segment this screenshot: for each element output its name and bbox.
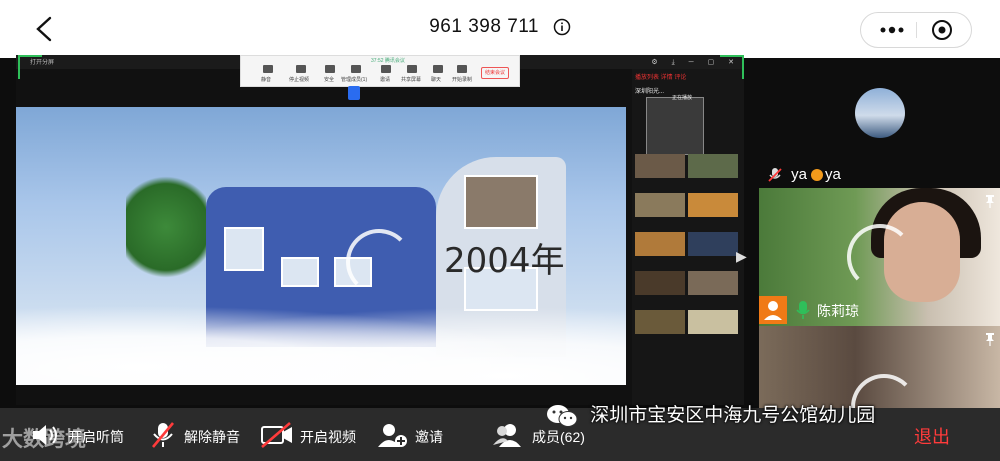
participant-name-suffix: ya [825,166,841,183]
feed-tabs[interactable]: 播放列表 详情 评论 [635,72,686,81]
members-icon [493,424,521,447]
avatar[interactable] [855,88,905,138]
shared-screen[interactable]: 打开分屏 ⚙ ⤓ ─ ▢ ✕ 37:52 腾讯会议 静音 停止视频 安全 管理成… [16,55,744,405]
share-screen-icon[interactable] [407,65,417,73]
now-playing-label: 正在播放 [672,95,693,101]
chat-icon[interactable] [433,65,443,73]
mic-on-icon [796,301,810,319]
toolbar-label: 共享屏幕 [401,77,422,83]
now-playing-thumbnail[interactable] [646,97,704,155]
window-shape [224,227,264,271]
participant-video[interactable] [759,326,1000,408]
thumbnail[interactable] [688,310,738,334]
thumbnail[interactable] [635,271,685,295]
members-label: 成员(62) [532,429,585,445]
mic-icon[interactable] [263,65,273,73]
meeting-toolbar: 37:52 腾讯会议 静音 停止视频 安全 管理成员(1) 邀请 共享屏幕 聊天… [240,55,520,87]
record-icon[interactable] [457,65,467,73]
thumbnail[interactable] [635,232,685,256]
wechat-icon [547,404,578,427]
toolbar-label: 聊天 [431,77,442,83]
mini-program-capsule [860,12,972,48]
thumbnail[interactable] [688,154,738,178]
toolbar-label: 停止视频 [289,77,310,83]
add-user-icon [378,424,407,447]
top-bar: 961 398 711 [0,0,1000,58]
channel-watermark: 深圳市宝安区中海九号公馆幼儿园 [545,400,875,429]
video-feed-panel: 播放列表 详情 评论 深圳阳光... 正在播放 [632,69,744,405]
mic-off-icon [152,422,174,448]
end-meeting-button[interactable]: 结束会议 [481,67,509,79]
thumbnail[interactable] [688,193,738,217]
tree-image [126,167,206,287]
meeting-number: 961 398 711 [0,16,1000,38]
user-icon [759,296,787,324]
unmute-button[interactable]: 解除静音 [150,421,250,449]
toolbar-label: 管理成员(1) [341,77,368,83]
channel-name: 深圳市宝安区中海九号公馆幼儿园 [590,405,876,426]
loading-spinner-icon [847,224,913,290]
thumbnail[interactable] [635,193,685,217]
thumbnail-grid [634,153,742,348]
toolbar-label: 邀请 [380,77,391,83]
active-mic-icon [348,86,360,100]
loading-spinner-icon [346,229,412,295]
invite-label: 邀请 [415,429,443,445]
video-player[interactable]: 2004年 [16,107,626,385]
participant-name-row: ya ya [767,166,841,183]
participant-name: ya [791,166,808,183]
toolbar-label: 安全 [324,77,335,83]
pin-icon[interactable] [984,194,996,208]
chevron-right-icon[interactable]: ▶ [736,248,747,265]
invite-icon[interactable] [381,65,391,73]
focus-corner [720,55,744,79]
target-icon[interactable] [931,19,953,41]
mic-off-icon [768,168,782,182]
participant-panel: ya ya 陈莉琼 [759,58,1000,408]
start-video-label: 开启视频 [300,429,356,445]
thumbnail[interactable] [635,154,685,178]
meeting-timer: 37:52 腾讯会议 [371,58,405,64]
unmute-label: 解除静音 [184,429,240,445]
more-dots-icon[interactable] [877,20,907,40]
pin-icon[interactable] [984,332,996,346]
logo-watermark: 大数跨境 [2,428,86,451]
window-shape [281,257,319,287]
toolbar-label: 静音 [261,77,272,83]
orange-emoji-icon [811,169,824,182]
shield-icon[interactable] [325,65,335,73]
video-icon[interactable] [296,65,306,73]
toolbar-label: 开始录制 [452,77,473,83]
capsule-divider [916,22,917,38]
participant-name: 陈莉琼 [817,303,859,319]
invite-button[interactable]: 邀请 [377,421,457,449]
leave-button[interactable]: 退出 [914,423,950,449]
members-icon[interactable] [351,65,361,73]
thumbnail[interactable] [688,232,738,256]
focus-corner [18,55,42,79]
window-shape [464,175,538,229]
thumbnail[interactable] [635,310,685,334]
video-off-icon [261,422,292,448]
info-icon[interactable] [553,18,571,36]
clouds-image [16,295,626,385]
video-caption: 2004年 [444,241,565,281]
meeting-number-text: 961 398 711 [429,16,539,37]
participant-video[interactable]: 陈莉琼 [759,188,1000,328]
start-video-button[interactable]: 开启视频 [260,421,360,449]
thumbnail[interactable] [688,271,738,295]
